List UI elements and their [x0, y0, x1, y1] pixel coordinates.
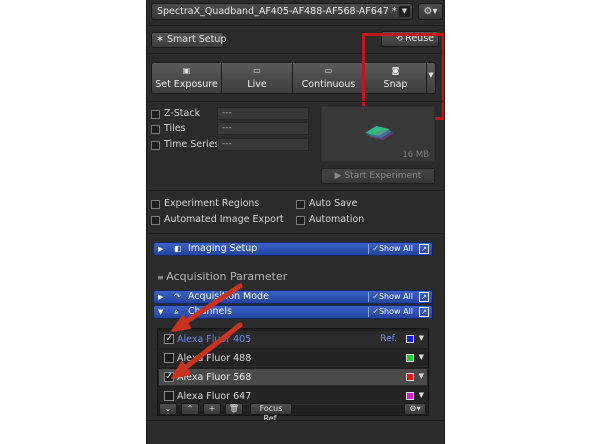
annotation-arrow	[178, 322, 243, 374]
annotation-arrow	[178, 283, 243, 328]
annotation-arrows	[171, 283, 243, 379]
